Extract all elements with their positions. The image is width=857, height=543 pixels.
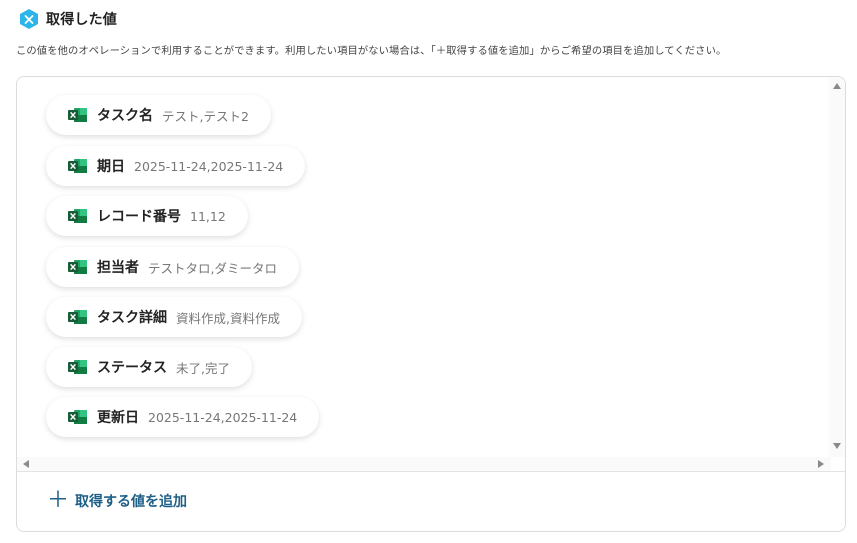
section-title: 取得した値 — [46, 12, 117, 28]
value-text: 未了,完了 — [176, 360, 230, 376]
value-text: 2025-11-24,2025-11-24 — [148, 409, 298, 425]
value-name: タスク名 — [97, 108, 153, 124]
excel-icon — [68, 410, 87, 424]
value-chip-due-date[interactable]: 期日 2025-11-24,2025-11-24 — [46, 146, 306, 186]
value-name: 期日 — [97, 159, 125, 175]
excel-icon — [68, 360, 87, 374]
value-text: テスト,テスト2 — [162, 108, 249, 124]
value-list: タスク名 テスト,テスト2 期日 2025-11-24,2025-11-24 レ… — [17, 77, 831, 457]
horizontal-scrollbar[interactable] — [17, 457, 831, 471]
value-chip-updated-date[interactable]: 更新日 2025-11-24,2025-11-24 — [46, 397, 320, 437]
hexagon-x-icon — [20, 9, 38, 29]
values-panel: タスク名 テスト,テスト2 期日 2025-11-24,2025-11-24 レ… — [16, 76, 846, 532]
value-text: 2025-11-24,2025-11-24 — [134, 158, 284, 174]
scroll-up-arrow-icon[interactable] — [833, 83, 841, 89]
add-value-button[interactable]: ＋ 取得する値を追加 — [47, 487, 187, 515]
add-value-label: 取得する値を追加 — [75, 494, 188, 510]
excel-icon — [68, 310, 87, 324]
value-chip-record-number[interactable]: レコード番号 11,12 — [46, 196, 248, 236]
value-chip-assignee[interactable]: 担当者 テストタロ,ダミータロ — [46, 247, 299, 287]
value-name: レコード番号 — [97, 209, 181, 225]
scroll-down-arrow-icon[interactable] — [833, 443, 841, 449]
value-name: タスク詳細 — [97, 310, 167, 326]
value-text: 資料作成,資料作成 — [176, 310, 280, 326]
section-description: この値を他のオペレーションで利用することができます。利用したい項目がない場合は、… — [16, 45, 727, 57]
scroll-right-arrow-icon[interactable] — [818, 460, 824, 468]
section-header: 取得した値 — [18, 8, 117, 30]
plus-icon: ＋ — [47, 488, 70, 513]
value-chip-task-detail[interactable]: タスク詳細 資料作成,資料作成 — [46, 297, 302, 337]
value-name: 更新日 — [97, 410, 139, 426]
vertical-scrollbar[interactable] — [829, 77, 845, 457]
value-text: テストタロ,ダミータロ — [148, 260, 277, 276]
value-text: 11,12 — [190, 208, 226, 224]
excel-icon — [68, 108, 87, 122]
value-name: 担当者 — [97, 260, 139, 276]
excel-icon — [68, 209, 87, 223]
value-chip-status[interactable]: ステータス 未了,完了 — [46, 347, 252, 387]
divider — [17, 471, 845, 472]
excel-icon — [68, 159, 87, 173]
scroll-left-arrow-icon[interactable] — [23, 460, 29, 468]
value-chip-task-name[interactable]: タスク名 テスト,テスト2 — [46, 95, 271, 135]
value-name: ステータス — [97, 360, 167, 376]
excel-icon — [68, 260, 87, 274]
